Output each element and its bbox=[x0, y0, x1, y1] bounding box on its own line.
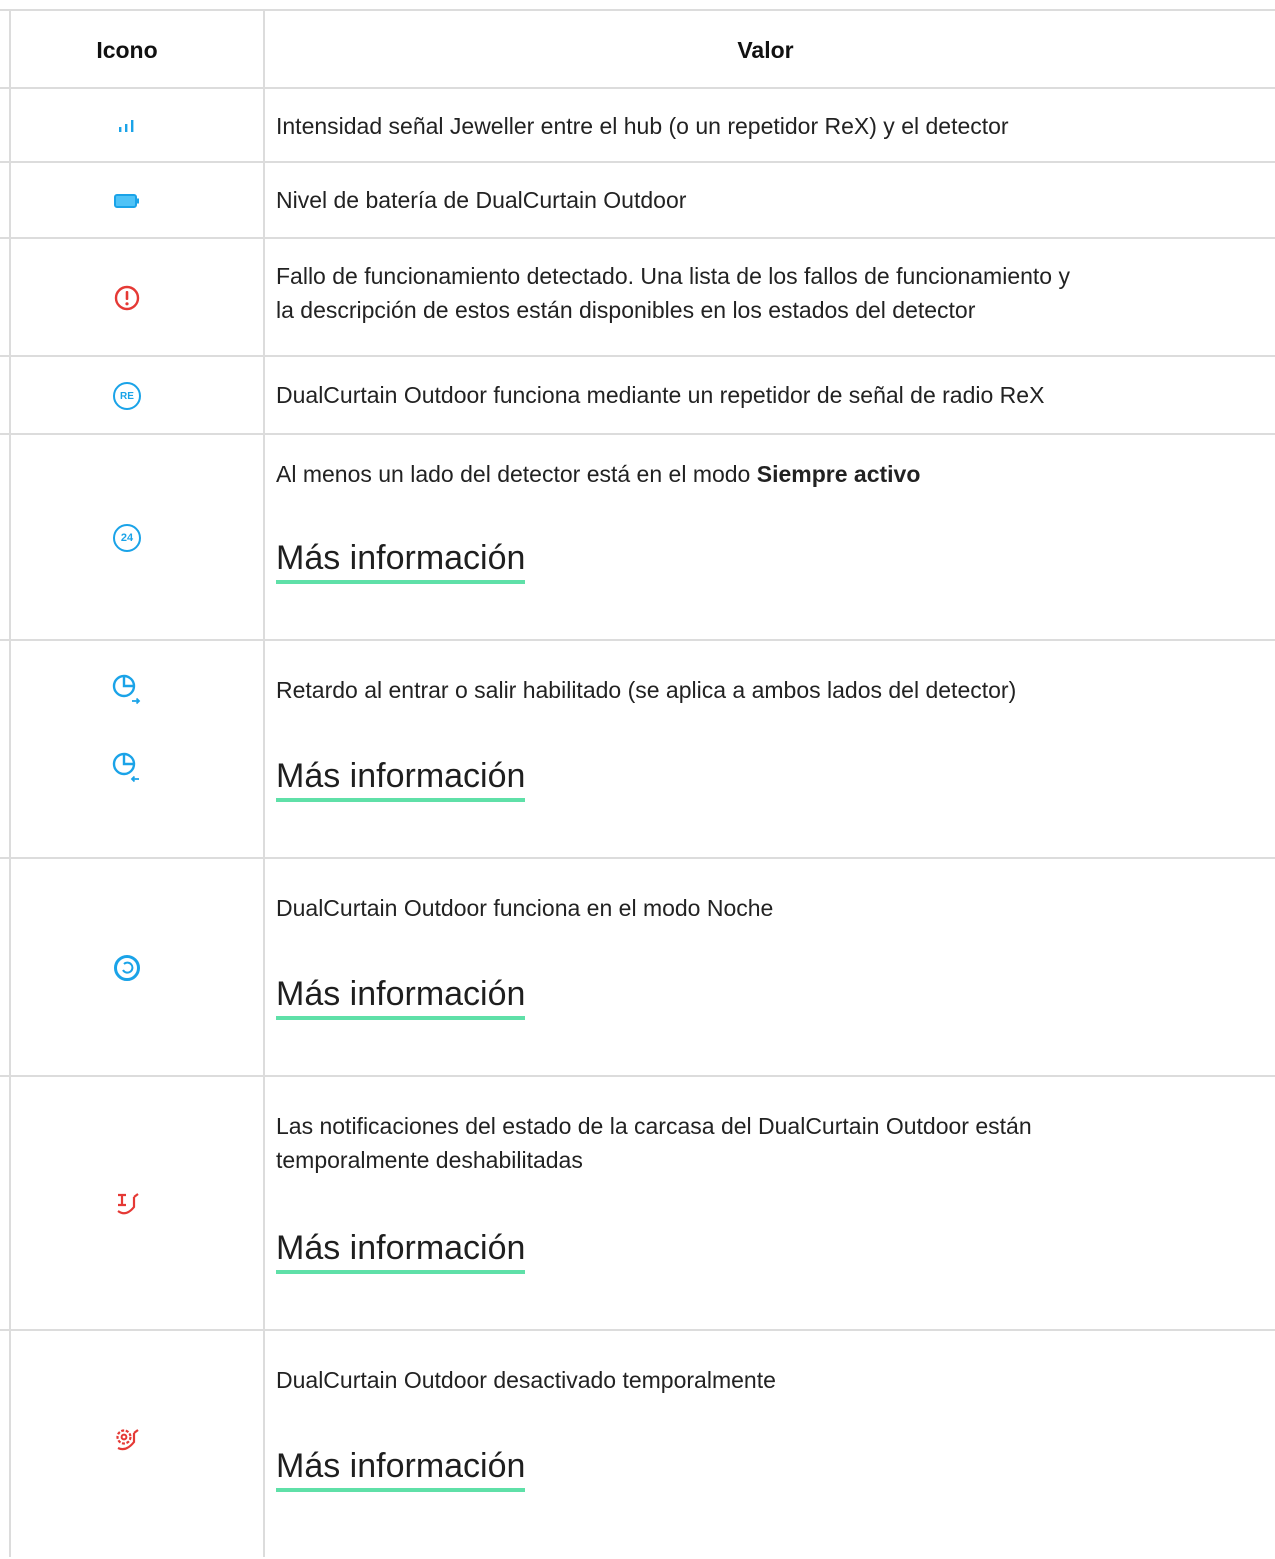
rex-repeater-icon: RE bbox=[113, 382, 141, 410]
row-value-line: la descripción de estos están disponible… bbox=[276, 297, 976, 323]
row-value-line: Fallo de funcionamiento detectado. Una l… bbox=[276, 263, 1070, 289]
battery-icon bbox=[114, 194, 139, 208]
table-row: 24 Al menos un lado del detector está en… bbox=[0, 433, 1275, 641]
table-header: Icono Valor bbox=[0, 9, 1275, 89]
table-row: Fallo de funcionamiento detectado. Una l… bbox=[0, 237, 1275, 357]
table-row: Nivel de batería de DualCurtain Outdoor bbox=[0, 161, 1275, 239]
entry-delay-icon bbox=[112, 674, 141, 705]
always-active-icon: 24 bbox=[113, 524, 141, 552]
more-info-link[interactable]: Más información bbox=[276, 1228, 526, 1274]
device-disabled-icon bbox=[116, 1429, 139, 1451]
more-info-link[interactable]: Más información bbox=[276, 1446, 526, 1492]
more-info-link[interactable]: Más información bbox=[276, 974, 526, 1020]
signal-strength-icon bbox=[119, 120, 134, 132]
table-row: Las notificaciones del estado de la carc… bbox=[0, 1075, 1275, 1331]
row-value-text: DualCurtain Outdoor funciona mediante un… bbox=[276, 382, 1045, 408]
night-mode-icon bbox=[114, 955, 140, 981]
row-value-text: Retardo al entrar o salir habilitado (se… bbox=[276, 677, 1017, 703]
row-value-line: Las notificaciones del estado de la carc… bbox=[276, 1113, 1032, 1139]
more-info-link[interactable]: Más información bbox=[276, 538, 526, 584]
header-value-label: Valor bbox=[737, 36, 794, 63]
malfunction-icon bbox=[114, 285, 140, 311]
row-value-text: DualCurtain Outdoor desactivado temporal… bbox=[276, 1367, 776, 1393]
row-value-text: Al menos un lado del detector está en el… bbox=[276, 461, 757, 487]
row-value-text: DualCurtain Outdoor funciona en el modo … bbox=[276, 895, 774, 921]
table-row: Retardo al entrar o salir habilitado (se… bbox=[0, 639, 1275, 859]
table-row: Intensidad señal Jeweller entre el hub (… bbox=[0, 87, 1275, 163]
lid-notifications-off-icon bbox=[117, 1193, 139, 1215]
row-value-text: Nivel de batería de DualCurtain Outdoor bbox=[276, 187, 687, 213]
row-value-line: temporalmente deshabilitadas bbox=[276, 1147, 583, 1173]
exit-delay-icon bbox=[112, 752, 139, 783]
more-info-link[interactable]: Más información bbox=[276, 756, 526, 802]
table-row: DualCurtain Outdoor funciona en el modo … bbox=[0, 857, 1275, 1077]
header-icon-label: Icono bbox=[96, 36, 158, 63]
table-row: RE DualCurtain Outdoor funciona mediante… bbox=[0, 355, 1275, 435]
table-row: DualCurtain Outdoor desactivado temporal… bbox=[0, 1329, 1275, 1559]
always-active-mode-label: Siempre activo bbox=[756, 461, 921, 487]
row-value-text: Intensidad señal Jeweller entre el hub (… bbox=[276, 113, 1009, 139]
